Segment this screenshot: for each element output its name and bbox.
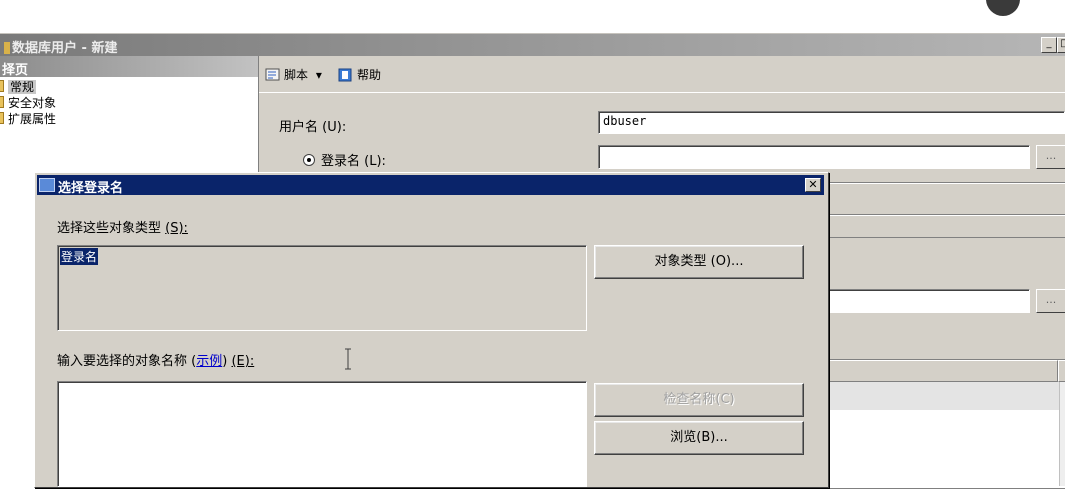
window-title: 数据库用户 - 新建 (12, 41, 118, 56)
page-icon (0, 96, 4, 108)
minimize-button[interactable]: _ (1041, 37, 1057, 53)
dialog-titlebar: 选择登录名 ✕ (37, 175, 824, 196)
list-scrollbar[interactable] (1059, 382, 1065, 486)
select-login-dialog: 选择登录名 ✕ 选择这些对象类型 (S): 登录名 对象类型 (O)... 输入… (34, 172, 829, 488)
separator (826, 183, 1065, 184)
close-button[interactable]: ✕ (805, 178, 821, 192)
object-types-value: 登录名 (60, 248, 99, 265)
enter-names-label: 输入要选择的对象名称 (示例) (E): (57, 354, 255, 369)
window-icon (4, 42, 10, 54)
list-row[interactable] (827, 382, 1060, 410)
object-types-label: 选择这些对象类型 (S): (57, 221, 188, 236)
separator (826, 215, 1065, 216)
help-icon (338, 68, 352, 82)
dialog-user-icon (39, 178, 55, 192)
script-button[interactable]: 脚本 ▾ (265, 66, 322, 83)
login-name-field[interactable] (598, 145, 1030, 169)
login-browse-button[interactable]: ... (1036, 145, 1065, 169)
default-schema-field[interactable] (826, 289, 1030, 313)
page-icon (0, 112, 4, 124)
examples-link[interactable]: 示例 (196, 354, 222, 369)
help-button[interactable]: 帮助 (338, 66, 381, 83)
username-field[interactable]: dbuser (598, 111, 1065, 134)
username-label: 用户名 (U): (279, 120, 347, 135)
browse-button[interactable]: 浏览(B)... (594, 421, 804, 455)
maximize-button[interactable]: □ (1057, 37, 1065, 53)
check-names-button[interactable]: 检查名称(C) (594, 383, 804, 417)
script-dropdown-icon[interactable]: ▾ (316, 68, 322, 82)
script-icon (265, 68, 280, 81)
select-page-header: 择页 (0, 56, 258, 78)
radio-selected-icon (303, 154, 315, 166)
list-header (827, 360, 1058, 382)
toolbar: 脚本 ▾ 帮助 (259, 56, 1065, 93)
login-name-radio[interactable]: 登录名 (L): (303, 150, 386, 169)
page-icon (0, 80, 4, 92)
page-item-general[interactable]: 常规 (0, 79, 37, 95)
separator (826, 237, 1065, 238)
page-item-extended-properties[interactable]: 扩展属性 (0, 111, 56, 127)
text-cursor-icon (345, 348, 351, 370)
list-header (1058, 360, 1065, 382)
object-types-button[interactable]: 对象类型 (O)... (594, 245, 804, 279)
window-titlebar: 数据库用户 - 新建 _ □ (0, 34, 1065, 56)
page-item-securables[interactable]: 安全对象 (0, 95, 56, 111)
role-list[interactable] (826, 359, 1065, 489)
object-types-box[interactable]: 登录名 (57, 245, 587, 370)
dialog-title: 选择登录名 (58, 181, 124, 196)
screen-corner-control (986, 0, 1020, 16)
object-names-input[interactable] (57, 381, 587, 487)
schema-browse-button[interactable]: ... (1036, 289, 1065, 313)
